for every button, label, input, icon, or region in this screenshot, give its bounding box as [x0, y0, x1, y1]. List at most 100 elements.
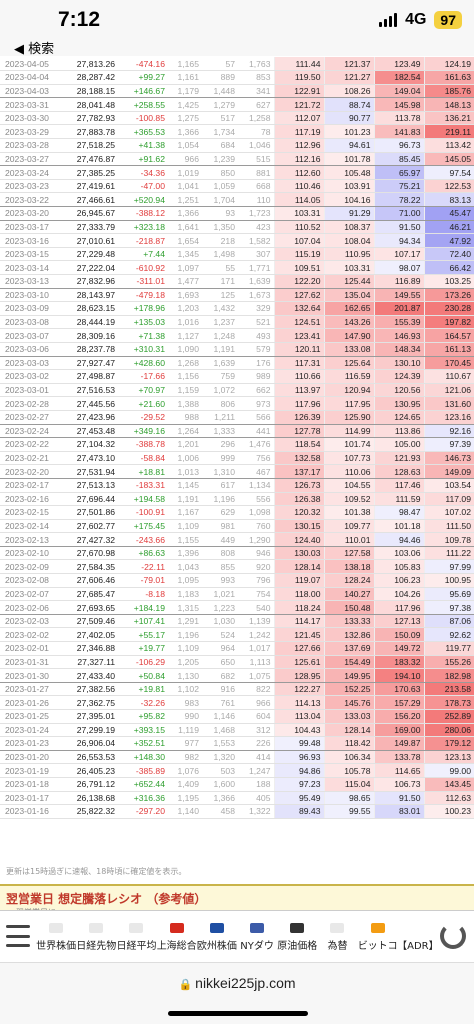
nav-item-label: ビットコ	[357, 940, 398, 952]
row-date: 2023-03-20	[0, 206, 66, 221]
ratio-forecast-header[interactable]: 翌営業日 想定騰落レシオ （参考値） 翌営業日に	[0, 884, 474, 917]
ratio-10day: 133.03	[323, 709, 374, 724]
row-declines: 540	[238, 600, 274, 615]
nav-item-9[interactable]: 【ADR】	[397, 911, 439, 963]
ratio-10day: 109.52	[323, 492, 374, 507]
ratio-15day: 116.89	[373, 274, 424, 289]
row-close: 28,188.15	[66, 84, 118, 99]
row-issues: 1,019	[168, 165, 202, 180]
row-advances: 1,333	[202, 424, 238, 439]
flag-icon	[169, 922, 184, 933]
row-issues: 1,102	[168, 682, 202, 697]
ratio-25day: 97.39	[423, 437, 474, 452]
row-close: 27,433.40	[66, 668, 118, 683]
row-advances: 684	[202, 138, 238, 153]
menu-icon[interactable]	[6, 925, 30, 947]
ratio-5day: 111.44	[273, 57, 324, 72]
ratio-15day: 113.86	[373, 424, 424, 439]
row-change: -243.66	[118, 532, 168, 547]
row-change: -297.20	[118, 804, 168, 819]
ratio-25day: 230.28	[423, 301, 474, 316]
row-issues: 1,409	[168, 777, 202, 792]
ratio-10day: 90.77	[323, 111, 374, 126]
ratio-10day: 147.90	[323, 328, 374, 343]
nav-item-8[interactable]: ビットコ	[358, 911, 398, 963]
ratio-15day: 133.78	[373, 750, 424, 765]
ratio-25day: 136.21	[423, 111, 474, 126]
advance-decline-table: 2023-04-05 27,813.26 -474.16 1,165 57 1,763 11…	[0, 57, 474, 865]
nav-item-3[interactable]: 上海総合	[157, 911, 197, 963]
row-change: -79.01	[118, 573, 168, 588]
table-row: 2023-01-16 25,822.32 -297.20 1,140 458 1,322 8…	[0, 804, 474, 819]
row-date: 2023-03-29	[0, 124, 66, 140]
ratio-15day: 148.34	[373, 342, 424, 357]
nav-item-7[interactable]: 為替	[317, 911, 357, 963]
nav-item-5[interactable]: NYダウ	[237, 911, 277, 963]
row-change: -388.12	[118, 206, 168, 221]
row-declines: 414	[238, 750, 274, 765]
table-row: 2023-02-20 27,531.94 +18.81 1,013 1,310 467 13…	[0, 464, 474, 479]
browser-url-bar[interactable]: 🔒 nikkei225jp.com	[0, 962, 474, 1024]
row-date: 2023-03-06	[0, 342, 66, 357]
row-change: +71.38	[118, 328, 168, 343]
row-issues: 1,109	[168, 519, 202, 534]
ratio-25day: 197.82	[423, 315, 474, 330]
row-date: 2023-02-14	[0, 519, 66, 534]
ratio-10day: 117.95	[323, 396, 374, 411]
ratio-15day: 128.63	[373, 464, 424, 479]
ratio-25day: 173.26	[423, 288, 474, 303]
nav-item-1[interactable]: 日経先物	[76, 911, 116, 963]
table-row: 2023-01-27 27,382.56 +19.81 1,102 916 822 122.…	[0, 682, 474, 697]
row-issues: 1,127	[168, 328, 202, 343]
ratio-10day: 143.26	[323, 315, 374, 330]
row-issues: 1,291	[168, 614, 202, 629]
ratio-15day: 183.32	[373, 655, 424, 670]
row-issues: 1,477	[168, 274, 202, 289]
row-close: 27,229.48	[66, 247, 118, 262]
nav-item-0[interactable]: 世界株価	[36, 911, 76, 963]
row-close: 27,473.10	[66, 451, 118, 466]
table-row: 2023-03-06 28,237.78 +310.31 1,090 1,191 579 1…	[0, 342, 474, 357]
table-row: 2023-02-16 27,696.44 +194.58 1,191 1,196 556 1…	[0, 492, 474, 507]
row-close: 27,693.65	[66, 600, 118, 615]
ratio-25day: 219.11	[423, 124, 474, 140]
ratio-15day: 130.95	[373, 396, 424, 411]
ratio-15day: 91.50	[373, 791, 424, 806]
row-date: 2023-01-27	[0, 682, 66, 697]
ratio-5day: 118.00	[273, 587, 324, 602]
row-change: -100.91	[118, 505, 168, 520]
refresh-icon[interactable]	[440, 923, 466, 949]
ratio-10day: 101.23	[323, 124, 374, 140]
table-row: 2023-02-01 27,346.88 +19.77 1,109 964 1,017 12…	[0, 641, 474, 656]
row-close: 27,476.87	[66, 152, 118, 167]
row-issues: 1,345	[168, 247, 202, 262]
ratio-25day: 145.05	[423, 152, 474, 167]
nav-item-label: 【ADR】	[397, 940, 439, 952]
ratio-10day: 125.90	[323, 410, 374, 425]
nav-item-4[interactable]: 欧州株価	[197, 911, 237, 963]
ratio-15day: 146.93	[373, 328, 424, 343]
ratio-5day: 112.60	[273, 165, 324, 180]
ratio-5day: 119.50	[273, 70, 324, 85]
row-close: 27,427.32	[66, 532, 118, 547]
back-to-search-link[interactable]: ◀ 検索	[14, 38, 54, 57]
row-date: 2023-02-13	[0, 532, 66, 547]
row-advances: 1,350	[202, 220, 238, 235]
row-advances: 1,021	[202, 587, 238, 602]
row-declines: 1,673	[238, 288, 274, 303]
ratio-5day: 119.07	[273, 573, 324, 588]
row-declines: 226	[238, 736, 274, 751]
row-close: 27,670.98	[66, 546, 118, 561]
nav-item-6[interactable]: 原油価格	[277, 911, 317, 963]
ratio-15day: 120.56	[373, 383, 424, 398]
row-close: 27,419.61	[66, 179, 118, 194]
row-change: +21.60	[118, 396, 168, 411]
row-close: 27,832.96	[66, 274, 118, 289]
row-issues: 1,425	[168, 97, 202, 112]
network-type: 4G	[405, 11, 427, 28]
row-issues: 1,366	[168, 206, 202, 221]
ratio-10day: 154.49	[323, 655, 374, 670]
row-date: 2023-03-14	[0, 260, 66, 275]
row-change: +50.84	[118, 668, 168, 683]
nav-item-2[interactable]: 日経平均	[116, 911, 156, 963]
